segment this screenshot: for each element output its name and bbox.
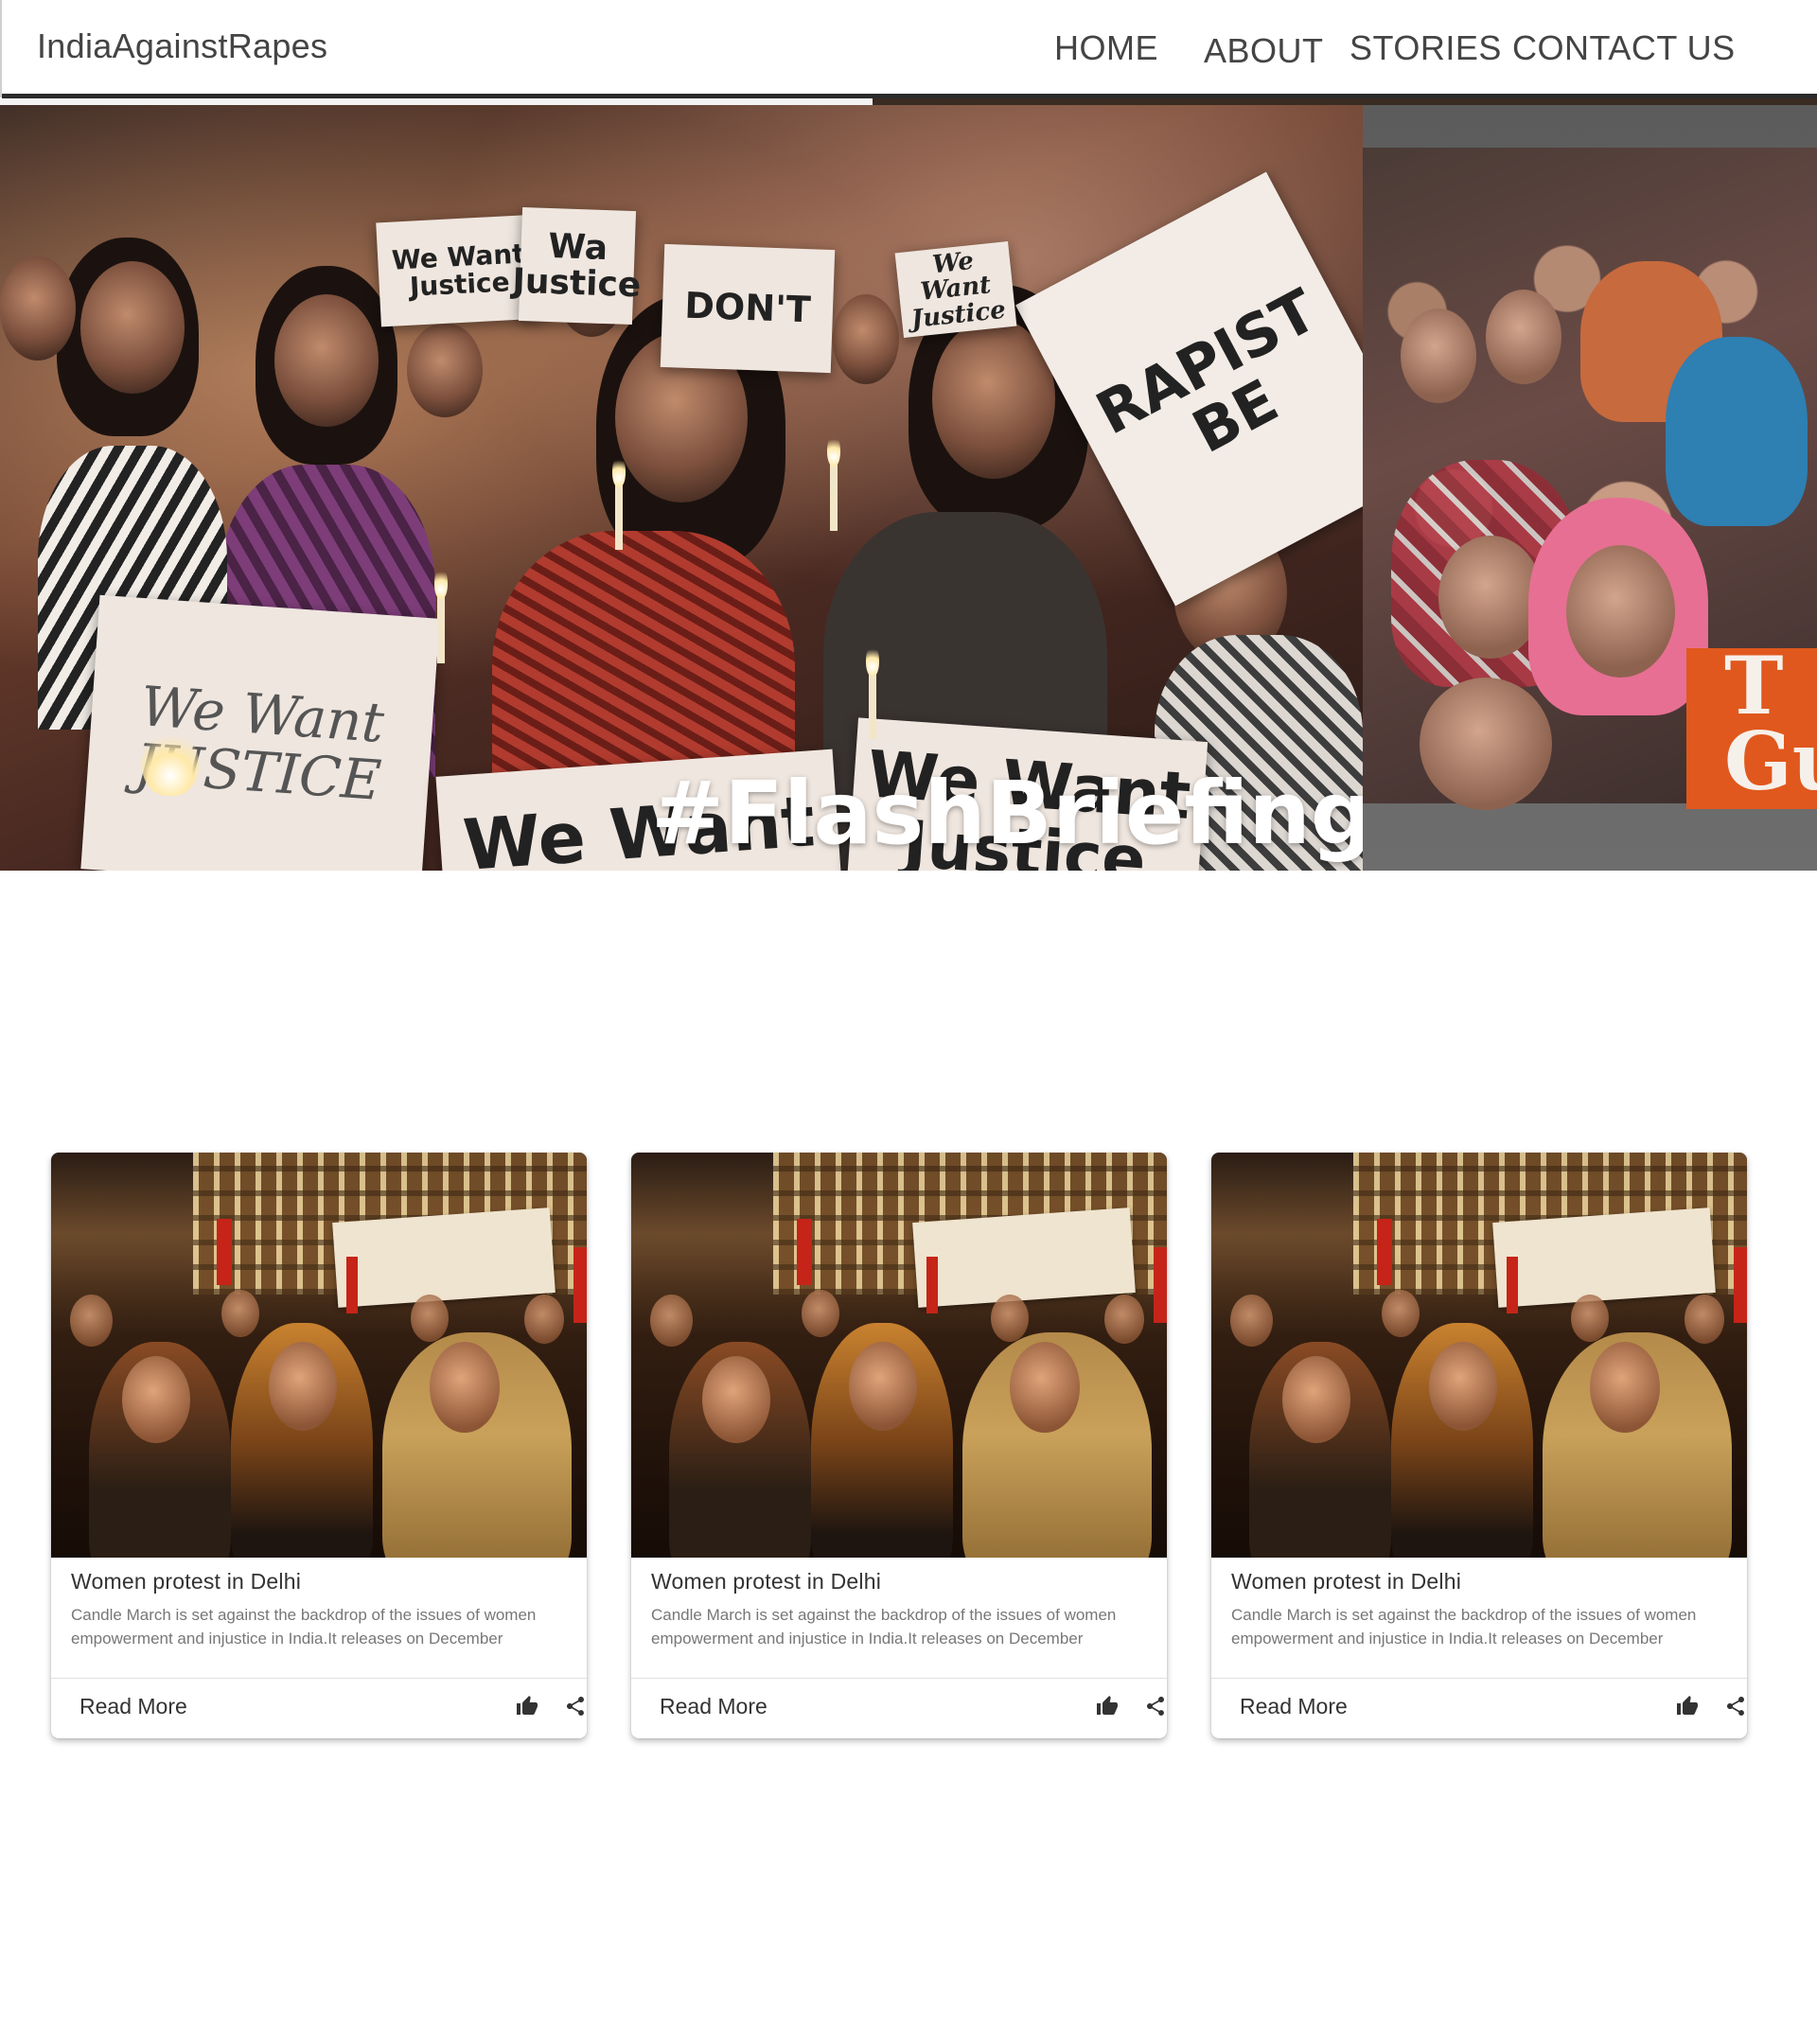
hero-hashtag-title: #FlashBriefings bbox=[651, 763, 1363, 864]
protest-sign: We Want Justice bbox=[894, 240, 1017, 339]
protest-banner bbox=[332, 1207, 556, 1308]
story-card: Women protest in Delhi Candle March is s… bbox=[51, 1153, 587, 1738]
protest-sign: We Want JUSTICE bbox=[80, 594, 440, 871]
candle-flame bbox=[612, 455, 626, 487]
thumb-up-icon[interactable] bbox=[1091, 1690, 1123, 1722]
nav-about[interactable]: ABOUT bbox=[1204, 31, 1324, 71]
hero-carousel[interactable]: RAPIST BE We Want JUSTICE We Want Justic… bbox=[0, 98, 1817, 871]
candle-flame bbox=[434, 567, 448, 599]
story-card-description: Candle March is set against the backdrop… bbox=[1231, 1606, 1697, 1648]
protest-banner bbox=[1492, 1207, 1716, 1308]
guardian-logo-text: TGu bbox=[1724, 648, 1817, 808]
protest-sign: Wa Justice bbox=[512, 206, 642, 326]
nav-stories[interactable]: STORIES bbox=[1350, 28, 1502, 68]
candle-flame bbox=[142, 730, 199, 796]
nav-contact-us[interactable]: CONTACT US bbox=[1512, 28, 1736, 68]
share-icon[interactable] bbox=[1720, 1690, 1747, 1722]
protest-sign: DON'T bbox=[660, 243, 836, 374]
story-card-title: Women protest in Delhi bbox=[1231, 1569, 1462, 1594]
share-icon[interactable] bbox=[559, 1690, 587, 1722]
story-card-image[interactable] bbox=[51, 1153, 587, 1558]
story-card-title: Women protest in Delhi bbox=[71, 1569, 302, 1594]
nav-home[interactable]: HOME bbox=[1054, 28, 1158, 68]
story-card-description: Candle March is set against the backdrop… bbox=[651, 1606, 1117, 1648]
story-card-image[interactable] bbox=[1211, 1153, 1747, 1558]
story-card-divider bbox=[631, 1678, 1167, 1679]
thumb-up-icon[interactable] bbox=[1671, 1690, 1703, 1722]
slide-progress-fill bbox=[0, 98, 873, 105]
read-more-button[interactable]: Read More bbox=[79, 1694, 187, 1719]
read-more-button[interactable]: Read More bbox=[1240, 1694, 1348, 1719]
story-card-description: Candle March is set against the backdrop… bbox=[71, 1606, 537, 1648]
read-more-button[interactable]: Read More bbox=[660, 1694, 767, 1719]
protest-sign: RAPIST BE bbox=[1015, 171, 1363, 607]
carousel-slide-active[interactable]: RAPIST BE We Want JUSTICE We Want Justic… bbox=[0, 105, 1363, 871]
story-card-divider bbox=[51, 1678, 587, 1679]
story-card: Women protest in Delhi Candle March is s… bbox=[1211, 1153, 1747, 1738]
protester-figure bbox=[274, 294, 379, 427]
protester-figure bbox=[80, 261, 185, 394]
story-card-image[interactable] bbox=[631, 1153, 1167, 1558]
protest-banner bbox=[912, 1207, 1136, 1308]
top-navigation-bar: IndiaAgainstRapes HOME ABOUT STORIES CON… bbox=[0, 0, 1817, 98]
brand-logo-text[interactable]: IndiaAgainstRapes bbox=[37, 26, 327, 66]
share-icon[interactable] bbox=[1139, 1690, 1167, 1722]
thumb-up-icon[interactable] bbox=[511, 1690, 543, 1722]
story-card-divider bbox=[1211, 1678, 1747, 1679]
story-card: Women protest in Delhi Candle March is s… bbox=[631, 1153, 1167, 1738]
candle-flame bbox=[866, 644, 879, 677]
story-card-title: Women protest in Delhi bbox=[651, 1569, 882, 1594]
slide-progress-bar bbox=[0, 98, 1817, 105]
guardian-logo-badge: TGu bbox=[1686, 648, 1817, 809]
candle-flame bbox=[827, 434, 840, 467]
